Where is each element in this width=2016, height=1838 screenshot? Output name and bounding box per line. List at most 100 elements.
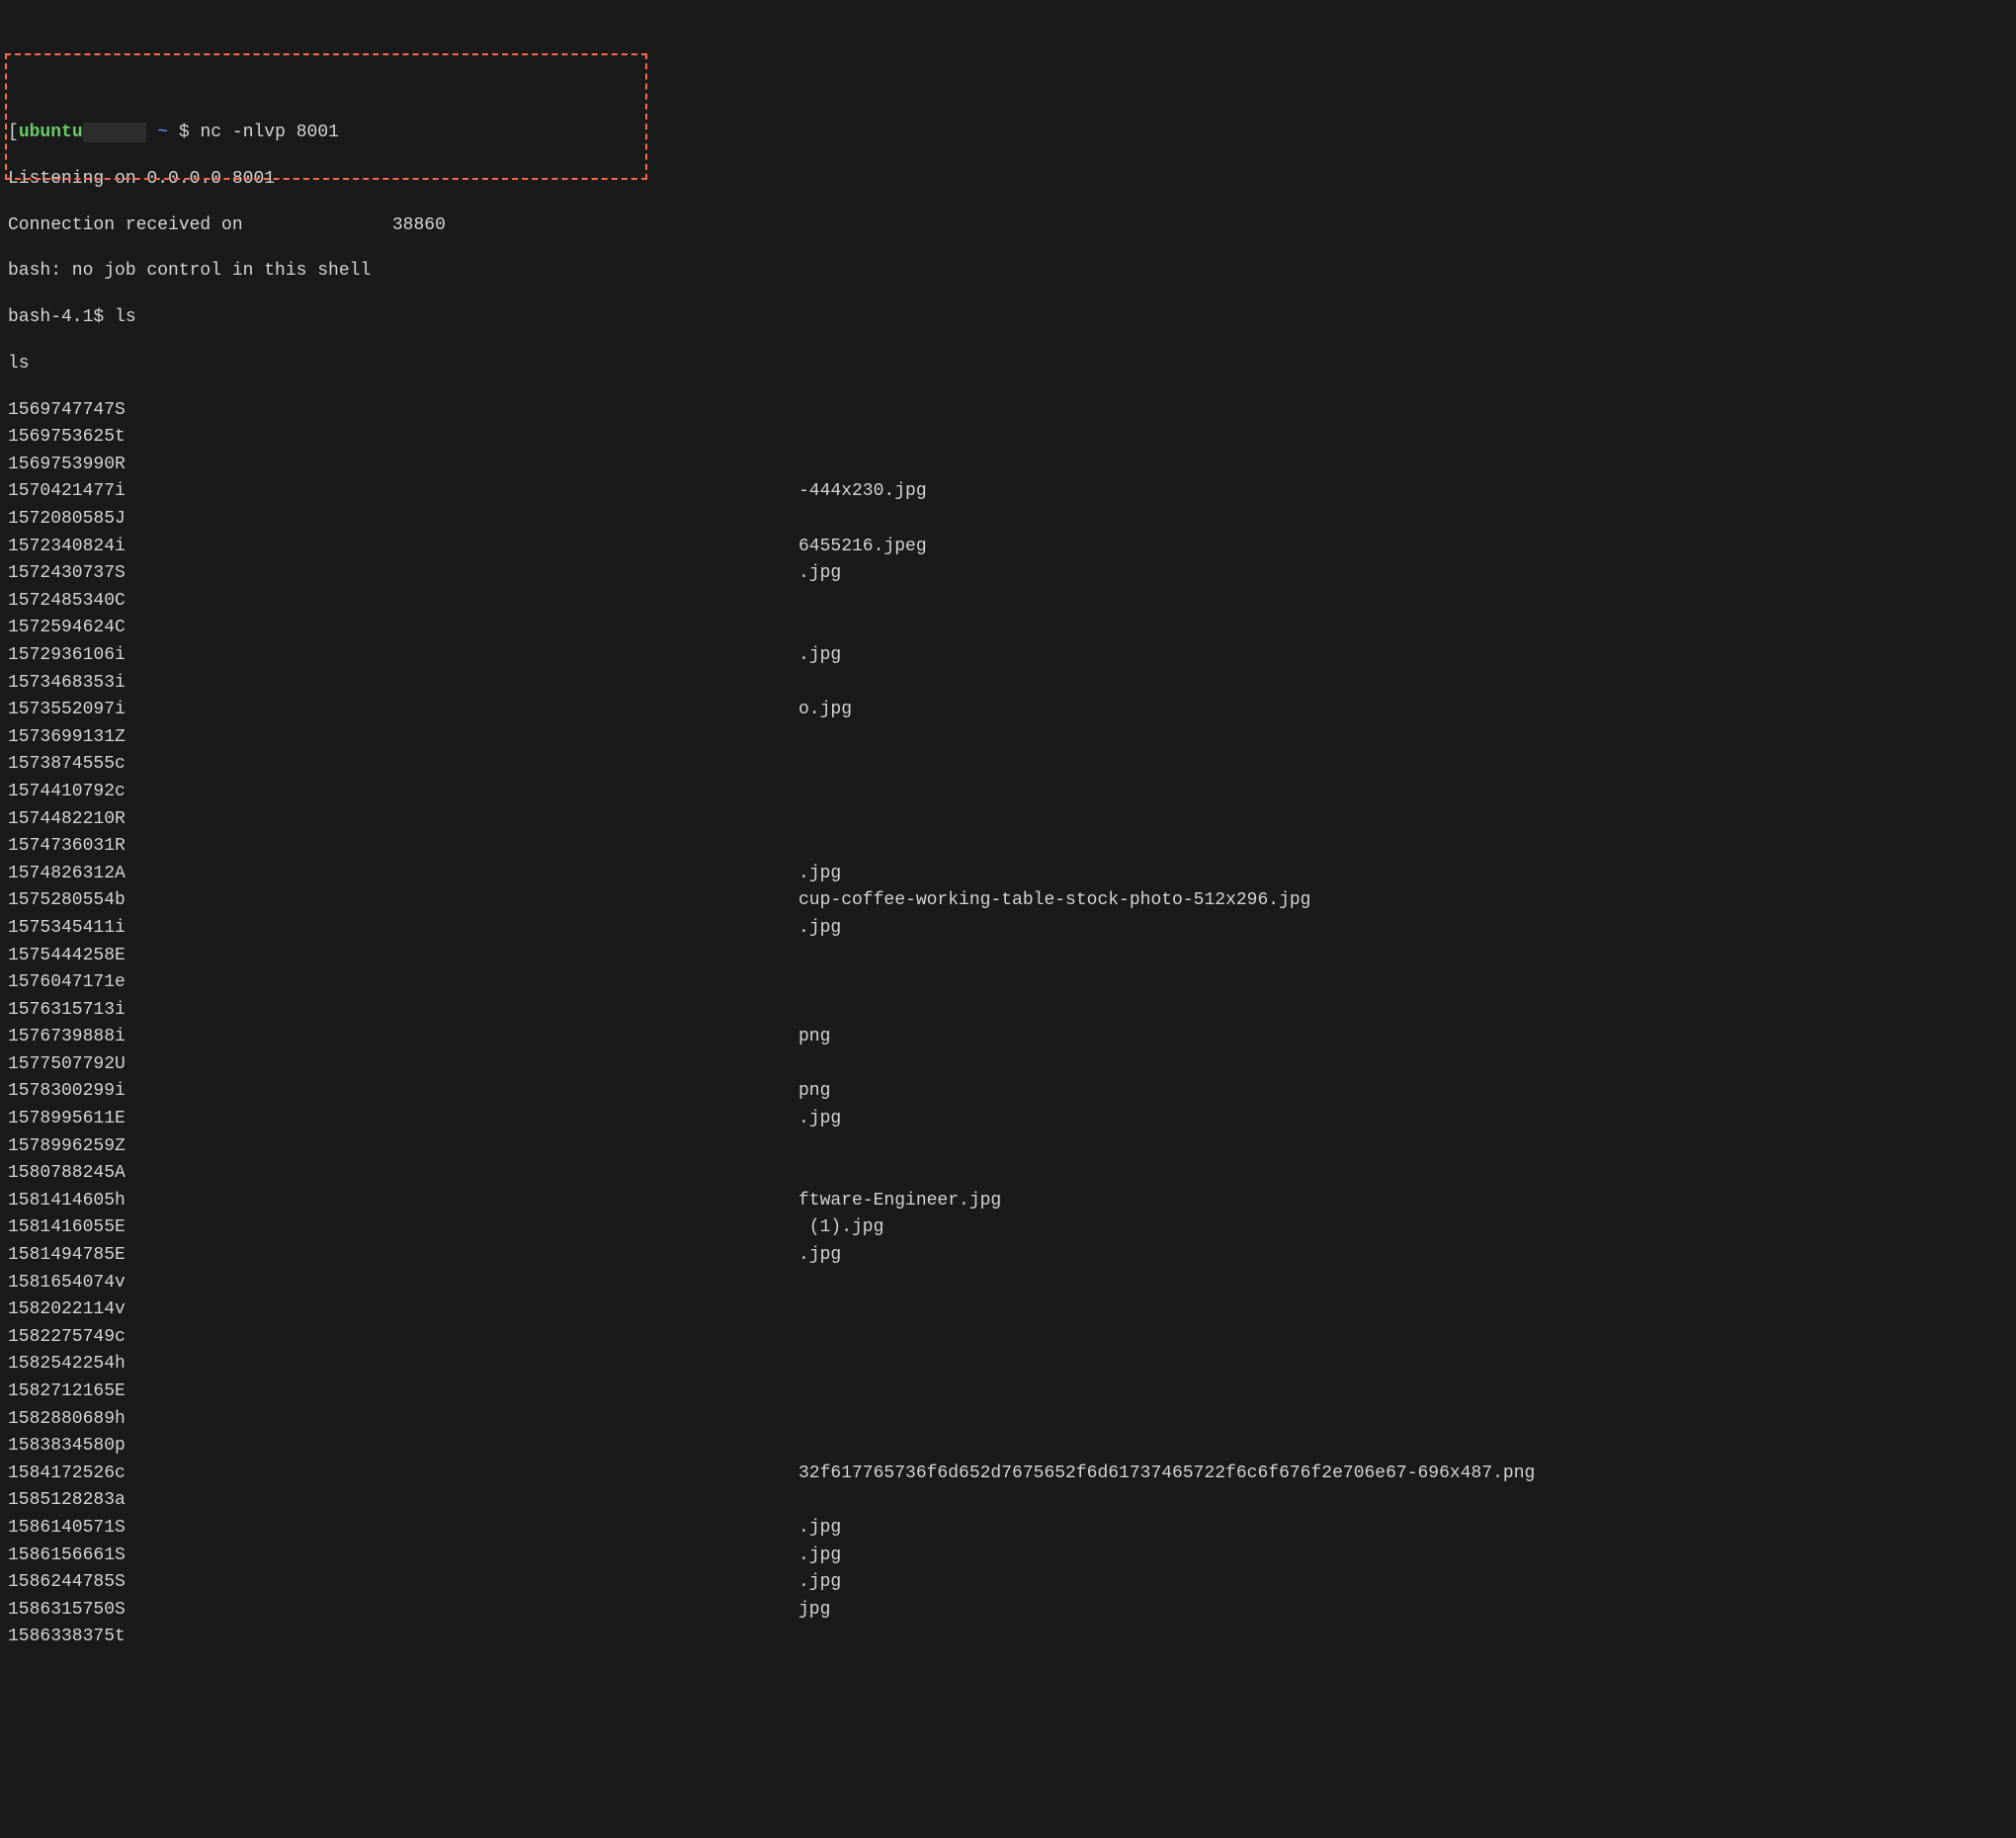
file-name-left: 1586244785S [8, 1572, 126, 1592]
file-name-right: .jpg [798, 1571, 841, 1594]
file-name-right: .jpg [798, 863, 841, 885]
prompt-line: [ubuntu ~ $ nc -nlvp 8001 [8, 122, 2008, 144]
file-name-left: 1572080585J [8, 509, 126, 529]
file-row: 1577507792U [8, 1053, 2008, 1081]
file-name-right: .jpg [798, 1108, 841, 1130]
file-name-left: 1580788245A [8, 1163, 126, 1183]
file-row: 1573468353i [8, 672, 2008, 700]
file-name-left: 1578300299i [8, 1081, 126, 1101]
file-row: 1586156661S.jpg [8, 1545, 2008, 1572]
file-name-left: 1584172526c [8, 1463, 126, 1483]
file-row: 1572430737S .jpg [8, 562, 2008, 590]
file-row: 1581416055E (1).jpg [8, 1216, 2008, 1244]
file-name-left: 1586140571S [8, 1518, 126, 1538]
file-name-left: 1576047171e [8, 972, 126, 992]
output-line: bash-4.1$ ls [8, 306, 2008, 329]
file-name-left: 1574482210R [8, 809, 126, 829]
file-name-right: (1).jpg [798, 1216, 883, 1239]
file-name-left: 1572340824i [8, 537, 126, 556]
file-name-right: .jpg [798, 917, 841, 940]
file-name-left: 1582022114v [8, 1299, 126, 1319]
file-row: 1586140571S .jpg [8, 1517, 2008, 1545]
file-row: 1584172526c 32f617765736f6d652d7675652f6d… [8, 1462, 2008, 1490]
file-row: 1581494785E.jpg [8, 1244, 2008, 1272]
file-row: 1573874555c [8, 753, 2008, 781]
file-listing: 1569747747S1569753625t1569753990R1570421… [8, 399, 2008, 1653]
file-row: 1582880689h [8, 1408, 2008, 1436]
file-row: 1572594624C [8, 617, 2008, 644]
prompt-host-hidden [83, 123, 147, 142]
prompt-user: ubuntu [19, 123, 83, 142]
terminal-output[interactable]: [ubuntu ~ $ nc -nlvp 8001 Listening on 0… [8, 99, 2008, 1677]
file-name-left: 1576315713i [8, 1000, 126, 1020]
file-row: 1575345411i .jpg [8, 917, 2008, 945]
file-row: 1574826312A .jpg [8, 863, 2008, 890]
file-row: 1574482210R [8, 808, 2008, 836]
file-row: 1573552097i o.jpg [8, 699, 2008, 726]
file-row: 1586338375t [8, 1626, 2008, 1653]
file-name-left: 1582712165E [8, 1381, 126, 1401]
file-row: 1576739888i png [8, 1026, 2008, 1053]
bracket-open: [ [8, 123, 19, 142]
file-name-right: .jpg [798, 562, 841, 585]
file-row: 1585128283a [8, 1489, 2008, 1517]
file-name-left: 1582880689h [8, 1409, 126, 1429]
file-row: 1578996259Z [8, 1135, 2008, 1163]
output-line: ls [8, 353, 2008, 376]
file-row: 1575280554bcup-coffee-working-table-stoc… [8, 889, 2008, 917]
file-name-left: 1582542254h [8, 1354, 126, 1374]
file-name-left: 1573468353i [8, 673, 126, 693]
file-name-left: 1572430737S [8, 563, 126, 583]
file-name-left: 1572936106i [8, 645, 126, 665]
file-name-left: 1573874555c [8, 754, 126, 774]
prompt-symbol: $ [168, 123, 200, 142]
file-name-left: 1581414605h [8, 1191, 126, 1211]
file-name-left: 1578995611E [8, 1109, 126, 1128]
command-text: nc -nlvp 8001 [201, 123, 339, 142]
file-name-right: -444x230.jpg [798, 480, 927, 503]
file-name-left: 1573552097i [8, 700, 126, 719]
file-name-left: 1569753625t [8, 427, 126, 447]
file-name-right: ftware-Engineer.jpg [798, 1190, 1001, 1212]
file-row: 1582542254h [8, 1353, 2008, 1380]
file-name-right: jpg [798, 1599, 830, 1622]
prompt-path: ~ [157, 123, 168, 142]
file-name-right: .jpg [798, 644, 841, 667]
file-row: 1575444258E [8, 945, 2008, 972]
file-name-right: cup-coffee-working-table-stock-photo-512… [798, 889, 1310, 912]
file-name-left: 1586338375t [8, 1627, 126, 1646]
file-row: 1581414605h ftware-Engineer.jpg [8, 1190, 2008, 1217]
file-name-left: 1581654074v [8, 1273, 126, 1293]
file-name-right: o.jpg [798, 699, 852, 721]
file-row: 1570421477i-444x230.jpg [8, 480, 2008, 508]
file-name-right: png [798, 1026, 830, 1048]
file-name-left: 1581494785E [8, 1245, 126, 1265]
file-row: 1578995611E .jpg [8, 1108, 2008, 1135]
file-name-right: .jpg [798, 1517, 841, 1540]
file-name-left: 1577507792U [8, 1054, 126, 1074]
file-name-left: 1586156661S [8, 1546, 126, 1565]
file-row: 1569753625t [8, 426, 2008, 454]
file-row: 1573699131Z [8, 726, 2008, 754]
file-row: 1574736031R [8, 835, 2008, 863]
file-name-right: 32f617765736f6d652d7675652f6d61737465722… [798, 1462, 1535, 1485]
file-row: 1582275749c [8, 1326, 2008, 1354]
file-row: 1582712165E [8, 1380, 2008, 1408]
file-name-left: 1574826312A [8, 864, 126, 883]
output-line: Connection received on 38860 [8, 214, 2008, 237]
file-row: 1580788245A [8, 1162, 2008, 1190]
file-row: 1572936106i .jpg [8, 644, 2008, 672]
file-name-left: 1578996259Z [8, 1136, 126, 1156]
file-name-left: 1573699131Z [8, 727, 126, 747]
file-name-left: 1572594624C [8, 618, 126, 637]
file-name-left: 1586315750S [8, 1600, 126, 1620]
output-line: bash: no job control in this shell [8, 260, 2008, 283]
file-name-left: 1575345411i [8, 918, 126, 938]
file-name-left: 1569753990R [8, 455, 126, 474]
file-row: 1582022114v [8, 1298, 2008, 1326]
file-row: 1581654074v [8, 1272, 2008, 1299]
file-name-left: 1581416055E [8, 1217, 126, 1237]
file-row: 1583834580p [8, 1435, 2008, 1462]
file-name-left: 1575444258E [8, 946, 126, 965]
file-name-left: 1576739888i [8, 1027, 126, 1046]
